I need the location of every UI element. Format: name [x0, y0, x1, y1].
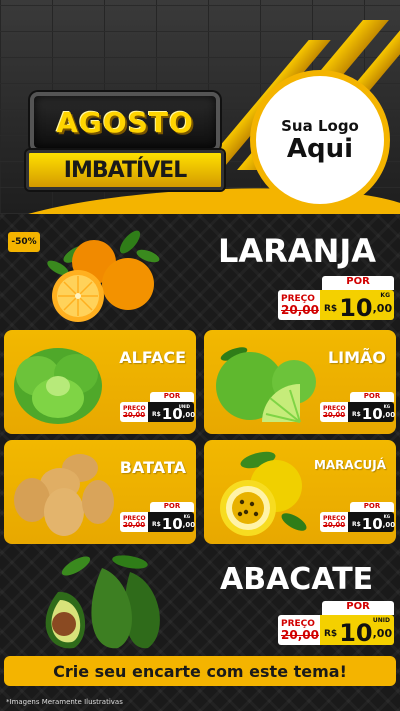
price-tag-batata: POR PREÇO 20,00 R$ 10 ,00 KG [120, 502, 196, 533]
price-new: R$ 10 ,00 KG [148, 512, 196, 533]
price-unit: UNID [372, 617, 390, 624]
price-por-label: POR [150, 502, 194, 512]
price-new: R$ 10 ,00 KG [348, 402, 396, 423]
price-currency: R$ [324, 304, 338, 314]
title-badge: AGOSTO IMBATÍVEL [26, 92, 224, 204]
price-tag-abacate: POR PREÇO 20,00 R$ 10 ,00 UNID [278, 601, 394, 645]
logo-placeholder: Sua Logo Aqui [250, 70, 390, 210]
product-name-alface: ALFACE [119, 348, 186, 367]
cta-banner: Crie seu encarte com este tema! [4, 656, 396, 686]
flyer-page: AGOSTO IMBATÍVEL Sua Logo Aqui -50% LARA… [0, 0, 400, 711]
discount-badge: -50% [8, 232, 40, 252]
orange-image [47, 230, 160, 322]
title-line2-box: IMBATÍVEL [26, 150, 224, 190]
price-por-label: POR [322, 276, 394, 290]
product-name-abacate: ABACATE [220, 562, 374, 597]
price-int: 10 [339, 294, 373, 322]
product-name-batata: BATATA [119, 458, 186, 477]
price-old-value: 20,00 [123, 520, 146, 529]
price-tag-limao: POR PREÇO 20,00 R$ 10 ,00 KG [320, 392, 396, 423]
price-new: R$ 10 ,00 KG [348, 512, 396, 533]
price-dec: ,00 [382, 521, 396, 529]
product-card-maracuja: MARACUJÁ POR PREÇO 20,00 R$ 10 ,00 KG [204, 440, 396, 544]
price-old-value: 20,00 [281, 302, 319, 317]
price-currency: R$ [324, 629, 338, 639]
lime-image [216, 347, 316, 423]
logo-line2: Aqui [286, 133, 354, 164]
price-old: PREÇO 20,00 [320, 402, 348, 422]
price-currency: R$ [352, 411, 361, 418]
price-currency: R$ [152, 521, 161, 528]
header: AGOSTO IMBATÍVEL Sua Logo Aqui [0, 0, 400, 214]
potato-image [14, 454, 114, 536]
logo-line1: Sua Logo [281, 116, 359, 135]
passionfruit-image [220, 451, 307, 536]
price-old-value: 20,00 [323, 520, 346, 529]
price-dec: ,00 [372, 627, 393, 640]
price-dec: ,00 [382, 411, 396, 419]
price-int: 10 [361, 515, 383, 533]
price-old: PREÇO 20,00 [120, 512, 148, 532]
price-unit: KG [383, 514, 390, 519]
price-por-label: POR [322, 601, 394, 615]
price-int: 10 [361, 405, 383, 423]
product-name-laranja: LARANJA [218, 232, 377, 270]
price-old: PREÇO 20,00 [278, 290, 320, 320]
disclaimer: *Imagens Meramente Ilustrativas [6, 698, 123, 706]
price-unit: KG [383, 404, 390, 409]
price-int: 10 [161, 515, 183, 533]
title-line1: AGOSTO [56, 105, 194, 139]
title-line1-box: AGOSTO [30, 92, 220, 152]
price-unit: KG [183, 514, 190, 519]
title-line2: IMBATÍVEL [63, 157, 187, 183]
price-unit: UNID [178, 404, 190, 409]
product-name-maracuja: MARACUJÁ [313, 458, 386, 472]
price-new: R$ 10 ,00 UNID [148, 402, 196, 423]
price-unit: KG [380, 292, 390, 299]
price-old: PREÇO 20,00 [278, 615, 320, 645]
price-dec: ,00 [182, 411, 196, 419]
price-currency: R$ [152, 411, 161, 418]
price-tag-laranja: POR PREÇO 20,00 R$ 10 ,00 KG [278, 276, 394, 320]
avocado-image [45, 555, 160, 649]
price-new: R$ 10 ,00 UNID [320, 615, 394, 645]
price-old: PREÇO 20,00 [120, 402, 148, 422]
price-int: 10 [339, 619, 373, 647]
price-tag-alface: POR PREÇO 20,00 R$ 10 ,00 UNID [120, 392, 196, 423]
price-old: PREÇO 20,00 [320, 512, 348, 532]
price-por-label: POR [150, 392, 194, 402]
price-old-value: 20,00 [281, 627, 319, 642]
price-dec: ,00 [182, 521, 196, 529]
product-card-limao: LIMÃO POR PREÇO 20,00 R$ 10 ,00 KG [204, 330, 396, 434]
price-tag-maracuja: POR PREÇO 20,00 R$ 10 ,00 KG [320, 502, 396, 533]
product-name-limao: LIMÃO [327, 348, 386, 367]
price-por-label: POR [350, 392, 394, 402]
lettuce-image [14, 348, 102, 424]
price-old-value: 20,00 [123, 410, 146, 419]
price-dec: ,00 [372, 302, 393, 315]
price-currency: R$ [352, 521, 361, 528]
price-old-value: 20,00 [323, 410, 346, 419]
price-new: R$ 10 ,00 KG [320, 290, 394, 320]
price-por-label: POR [350, 502, 394, 512]
product-card-batata: BATATA POR PREÇO 20,00 R$ 10 ,00 KG [4, 440, 196, 544]
price-int: 10 [161, 405, 183, 423]
product-card-alface: ALFACE POR PREÇO 20,00 R$ 10 ,00 UNID [4, 330, 196, 434]
